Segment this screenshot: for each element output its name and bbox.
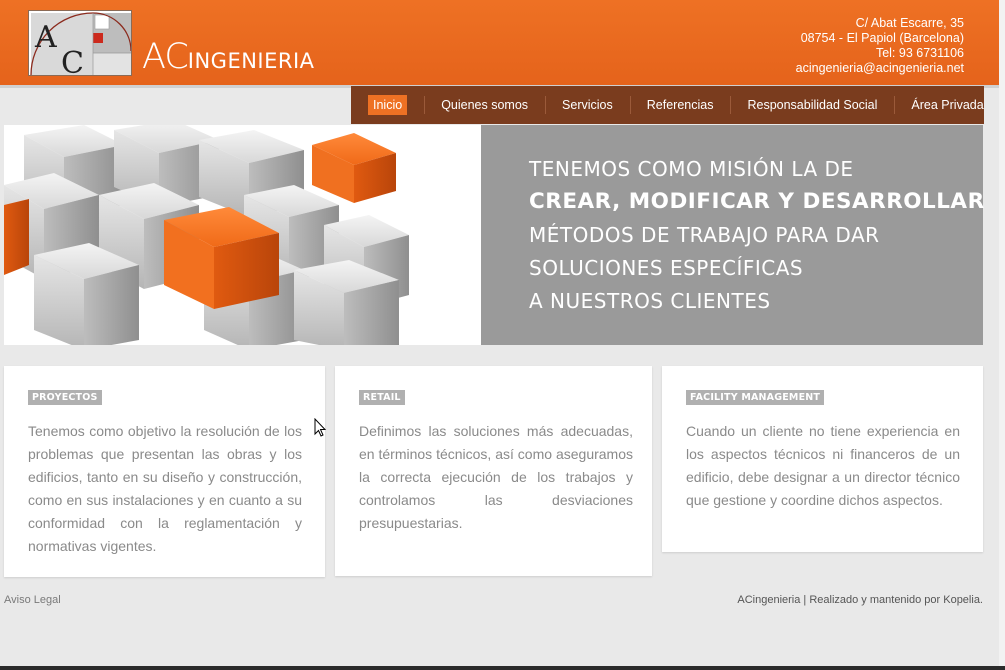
card-retail: RETAIL Definimos las soluciones más adec…	[335, 366, 652, 576]
nav-label: Inicio	[368, 95, 408, 115]
cubes-illustration	[4, 125, 481, 345]
logo[interactable]: A C	[28, 10, 132, 76]
hero-mission-panel: TENEMOS COMO MISIÓN LA DE CREAR, MODIFIC…	[481, 125, 985, 345]
card-title[interactable]: PROYECTOS	[28, 390, 102, 405]
nav-item-servicios[interactable]: Servicios	[545, 86, 630, 124]
card-text: Definimos las soluciones más adecuadas, …	[359, 423, 633, 531]
brand-name-prefix: AC	[142, 37, 189, 77]
hero-line-5: A NUESTROS CLIENTES	[529, 289, 771, 313]
contact-phone: Tel: 93 6731106	[875, 46, 964, 60]
hero-line-2: CREAR, MODIFICAR Y DESARROLLAR	[529, 189, 985, 214]
contact-email[interactable]: acingenieria@acingenieria.net	[796, 61, 964, 76]
nav-item-quienes-somos[interactable]: Quienes somos	[424, 86, 545, 124]
logo-mark-icon: A C	[29, 11, 131, 76]
brand-name-suffix: INGENIERIA	[187, 49, 315, 73]
hero-line-4: SOLUCIONES ESPECÍFICAS	[529, 256, 804, 280]
mouse-cursor-icon	[314, 418, 327, 437]
nav-label: Área Privada	[911, 98, 984, 112]
nav-label: Referencias	[646, 98, 714, 112]
contact-info: C/ Abat Escarre, 35 08754 - El Papiol (B…	[796, 16, 964, 76]
nav-label: Responsabilidad Social	[747, 98, 878, 112]
window-bottom-edge	[0, 666, 1005, 670]
nav-item-referencias[interactable]: Referencias	[629, 86, 731, 124]
card-proyectos: PROYECTOS Tenemos como objetivo la resol…	[4, 366, 325, 577]
nav-label: Quienes somos	[441, 98, 529, 112]
nav-label: Servicios	[562, 98, 613, 112]
card-text: Cuando un cliente no tiene experiencia e…	[686, 423, 960, 508]
nav-item-inicio[interactable]: Inicio	[351, 86, 424, 124]
contact-city: 08754 - El Papiol (Barcelona)	[800, 31, 964, 45]
footer-credits: ACingenieria | Realizado y mantenido por…	[737, 594, 983, 606]
brand-name[interactable]: ACINGENIERIA	[142, 40, 315, 75]
nav-item-area-privada[interactable]: Área Privada	[894, 86, 1000, 124]
contact-address: C/ Abat Escarre, 35	[855, 16, 964, 30]
svg-text:C: C	[61, 46, 84, 76]
hero-line-3: MÉTODOS DE TRABAJO PARA DAR	[529, 223, 880, 247]
card-facility-management: FACILITY MANAGEMENT Cuando un cliente no…	[662, 366, 983, 552]
nav-item-responsabilidad-social[interactable]: Responsabilidad Social	[730, 86, 894, 124]
hero-line-1: TENEMOS COMO MISIÓN LA DE	[529, 157, 854, 181]
footer-legal-link[interactable]: Aviso Legal	[4, 594, 61, 606]
main-nav: Inicio Quienes somos Servicios Referenci…	[351, 86, 984, 124]
card-title[interactable]: RETAIL	[359, 390, 405, 405]
site-header: A C ACINGENIERIA C/ Abat Escarre, 35 087…	[0, 0, 1005, 85]
svg-text:A: A	[34, 20, 57, 55]
card-title[interactable]: FACILITY MANAGEMENT	[686, 390, 825, 405]
hero-cubes-image	[4, 125, 481, 345]
window-right-edge	[999, 0, 1005, 670]
card-text: Tenemos como objetivo la resolución de l…	[28, 423, 302, 554]
